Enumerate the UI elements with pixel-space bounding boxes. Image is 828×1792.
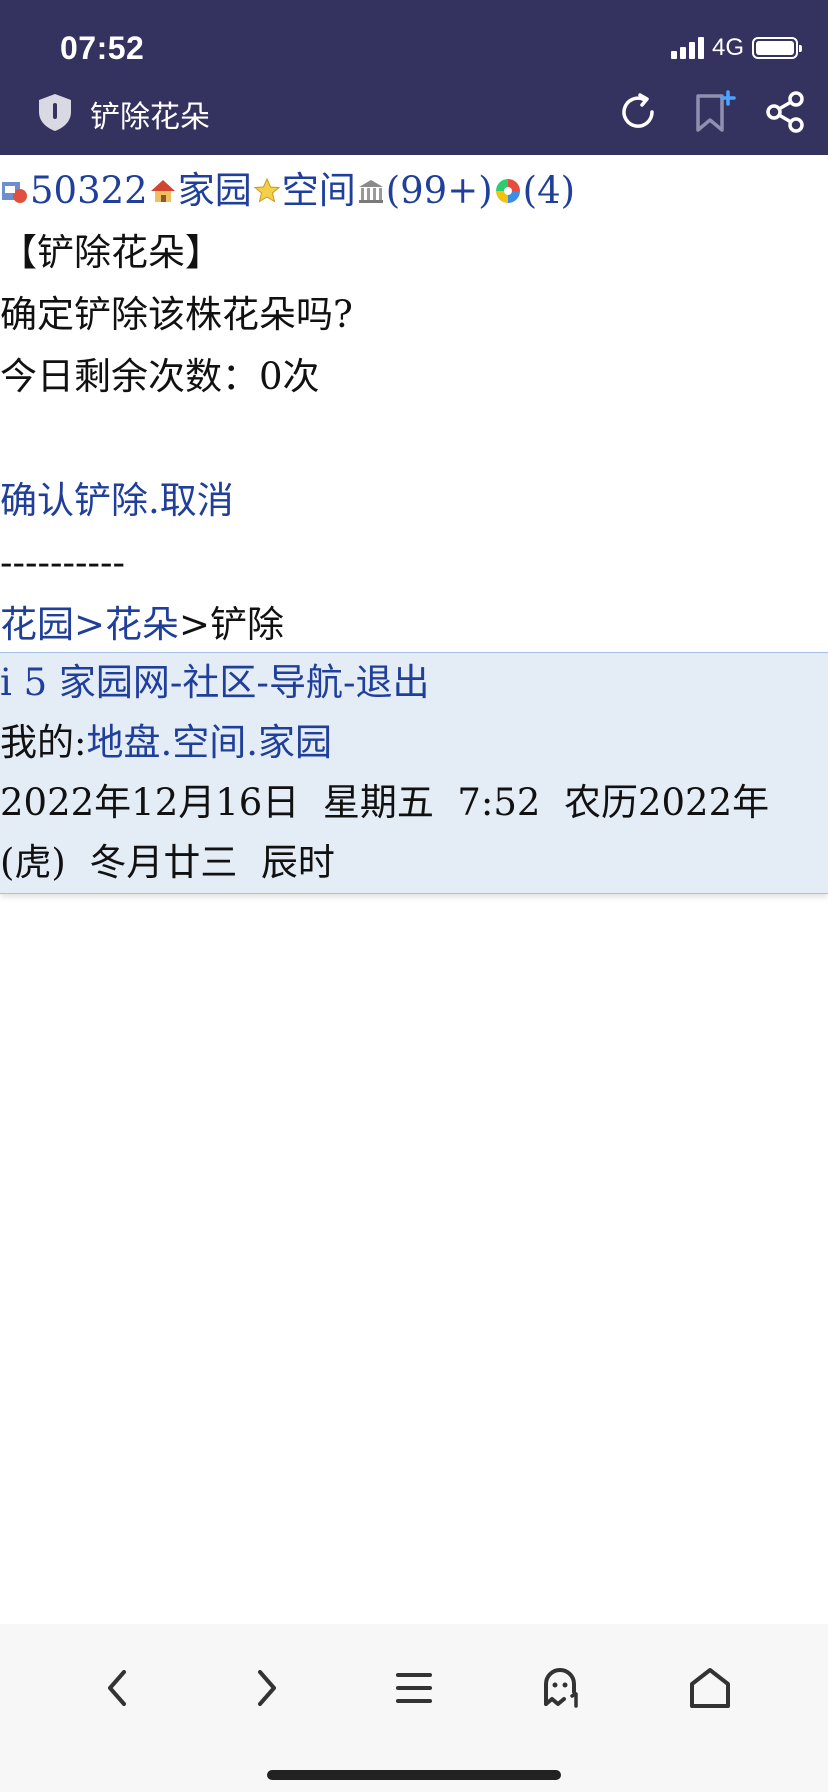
forward-icon[interactable] <box>236 1658 296 1718</box>
status-time: 07:52 <box>60 30 145 66</box>
home-icon[interactable] <box>680 1658 740 1718</box>
site-footer: i 5 家园网-社区-导航-退出 我的:地盘.空间.家园 2022年12月16日… <box>0 652 828 894</box>
page-title: 铲除花朵 <box>90 101 210 134</box>
pinwheel-icon[interactable] <box>493 176 523 206</box>
my-home-link[interactable]: 家园 <box>258 721 332 764</box>
cancel-link[interactable]: 取消 <box>160 479 234 522</box>
my-space-link[interactable]: 空间 <box>172 721 246 764</box>
share-icon[interactable] <box>762 88 810 136</box>
breadcrumb-current: 铲除 <box>210 603 285 646</box>
signal-icon <box>670 37 704 59</box>
my-label: 我的: <box>0 721 87 764</box>
land-link[interactable]: 地盘 <box>86 721 160 764</box>
confirm-question: 确定铲除该株花朵吗? <box>0 293 353 336</box>
home-link[interactable]: 家园 <box>178 169 252 212</box>
status-indicators: 4G <box>670 34 802 62</box>
space-link[interactable]: 空间 <box>282 169 356 212</box>
breadcrumb-flower[interactable]: 花朵 <box>105 603 179 646</box>
home-indicator <box>267 1770 561 1780</box>
page-content: 50322 家园 空间 (99+) (4) 【铲除花朵】 确定铲除该株花朵吗? … <box>0 160 828 656</box>
user-count-link[interactable]: 50322 <box>30 169 148 212</box>
my-links: 我的:地盘.空间.家园 <box>0 721 332 764</box>
menu-icon[interactable] <box>384 1658 444 1718</box>
ghost-icon[interactable] <box>532 1658 592 1718</box>
date-line-1: 2022年12月16日 星期五 7:52 农历2022年 <box>0 781 770 824</box>
action-links: 确认铲除.取消 <box>0 479 234 522</box>
other-count-link[interactable]: (4) <box>523 169 575 212</box>
remaining-count: 今日剩余次数：0次 <box>0 355 320 398</box>
browser-header: 07:52 4G 铲除花朵 <box>0 0 828 155</box>
action-heading: 【铲除花朵】 <box>0 231 222 274</box>
refresh-icon[interactable] <box>614 88 662 136</box>
message-count-link[interactable]: (99+) <box>386 169 493 212</box>
community-link[interactable]: 社区 <box>182 661 256 704</box>
confirm-remove-link[interactable]: 确认铲除 <box>0 479 148 522</box>
top-links-row: 50322 家园 空间 (99+) (4) <box>0 160 828 222</box>
site-home-link[interactable]: i 5 家园网 <box>0 661 170 704</box>
divider-text: ---------- <box>0 541 126 584</box>
date-line-2: (虎) 冬月廿三 辰时 <box>0 841 335 884</box>
building-icon[interactable] <box>356 176 386 206</box>
breadcrumb-garden[interactable]: 花园 <box>0 603 74 646</box>
browser-toolbar <box>0 1624 828 1792</box>
house-icon[interactable] <box>148 176 178 206</box>
battery-icon <box>752 37 802 59</box>
shield-icon[interactable] <box>36 92 74 132</box>
star-icon[interactable] <box>252 176 282 206</box>
breadcrumb: 花园>花朵>铲除 <box>0 603 285 646</box>
logout-link[interactable]: 退出 <box>355 661 429 704</box>
site-links: i 5 家园网-社区-导航-退出 <box>0 661 430 704</box>
navigation-link[interactable]: 导航 <box>269 661 343 704</box>
user-icon[interactable] <box>0 176 30 206</box>
bookmark-add-icon[interactable] <box>690 88 738 136</box>
back-icon[interactable] <box>88 1658 148 1718</box>
network-label: 4G <box>711 34 744 61</box>
